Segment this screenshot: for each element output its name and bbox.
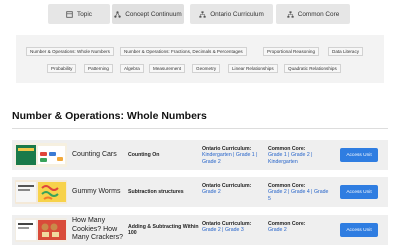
tab-topic-label: Topic (77, 10, 92, 18)
access-unit-button[interactable]: Access Unit (340, 148, 378, 162)
unit-thumbnail (15, 180, 67, 204)
common-core-grades[interactable]: Grade 2 (268, 227, 305, 233)
tab-concept-continuum[interactable]: Concept Continuum (112, 4, 184, 24)
common-core-grades[interactable]: Grade 1 | Grade 2 | (268, 152, 313, 158)
unit-concept: Subtraction structures (128, 188, 184, 195)
unit-concept: Counting On (128, 151, 160, 158)
common-core-block: Common Core: Grade 2 | Grade 4 | Grade 5 (268, 183, 328, 202)
hierarchy-icon (287, 10, 294, 18)
filter-chip[interactable]: Proportional Reasoning (263, 47, 320, 56)
ontario-curriculum-block: Ontario Curriculum: Grade 2 (202, 183, 251, 196)
common-core-grades[interactable]: Grade 2 | Grade 4 | Grade (268, 189, 328, 195)
network-icon (114, 10, 121, 18)
hierarchy-icon (199, 10, 206, 18)
common-core-block: Common Core: Grade 1 | Grade 2 | Kinderg… (268, 146, 313, 165)
filter-chip[interactable]: Geometry (192, 64, 221, 73)
tab-concept-continuum-label: Concept Continuum (125, 10, 182, 18)
access-unit-button[interactable]: Access Unit (340, 223, 378, 237)
ontario-grades[interactable]: Kindergarten | Grade 1 | (202, 152, 257, 158)
tab-ontario-curriculum-label: Ontario Curriculum (210, 10, 264, 18)
filter-chip[interactable]: Number & Operations: Whole Numbers (26, 47, 114, 56)
unit-title[interactable]: How Many Cookies? How Many Crackers? (72, 215, 128, 245)
unit-title[interactable]: Gummy Worms (72, 177, 128, 207)
filter-chip[interactable]: Linear Relationships (228, 64, 278, 73)
unit-thumbnail (15, 143, 67, 167)
ontario-curriculum-block: Ontario Curriculum: Grade 2 | Grade 3 (202, 221, 251, 234)
unit-row: Gummy Worms Subtraction structures Ontar… (12, 177, 388, 207)
common-core-block: Common Core: Grade 2 (268, 221, 305, 234)
filter-chip[interactable]: Number & Operations: Fractions, Decimals… (120, 47, 247, 56)
filter-chip[interactable]: Algebra (120, 64, 144, 73)
section-title: Number & Operations: Whole Numbers (12, 110, 207, 122)
common-core-grades[interactable]: Kindergarten (268, 159, 313, 165)
unit-row: How Many Cookies? How Many Crackers? Add… (12, 215, 388, 245)
tab-common-core[interactable]: Common Core (276, 4, 350, 24)
section-divider (12, 128, 388, 129)
unit-row: Counting Cars Counting On Ontario Curric… (12, 140, 388, 170)
filter-chip[interactable]: Probability (47, 64, 77, 73)
filter-chip[interactable]: Quadratic Relationships (284, 64, 341, 73)
ontario-grades[interactable]: Grade 2 (202, 189, 251, 195)
ontario-grades[interactable]: Grade 2 (202, 159, 257, 165)
common-core-grades[interactable]: 5 (268, 196, 328, 202)
access-unit-button[interactable]: Access Unit (340, 185, 378, 199)
filter-panel: Number & Operations: Whole Numbers Numbe… (16, 35, 384, 83)
filter-chip[interactable]: Patterning (84, 64, 113, 73)
unit-concept: Adding & Subtracting Within 100 (128, 223, 199, 236)
ontario-curriculum-block: Ontario Curriculum: Kindergarten | Grade… (202, 146, 257, 165)
filter-chip[interactable]: Data Literacy (328, 47, 364, 56)
unit-title[interactable]: Counting Cars (72, 140, 128, 170)
tab-topic[interactable]: Topic (48, 4, 110, 24)
unit-thumbnail (15, 218, 67, 242)
grid-icon (66, 10, 73, 18)
tab-common-core-label: Common Core (297, 10, 340, 18)
tab-bar: Topic Concept Continuum Ontario Curricul… (0, 4, 400, 24)
ontario-grades[interactable]: Grade 2 | Grade 3 (202, 227, 251, 233)
tab-ontario-curriculum[interactable]: Ontario Curriculum (190, 4, 273, 24)
filter-chip[interactable]: Measurement (149, 64, 186, 73)
